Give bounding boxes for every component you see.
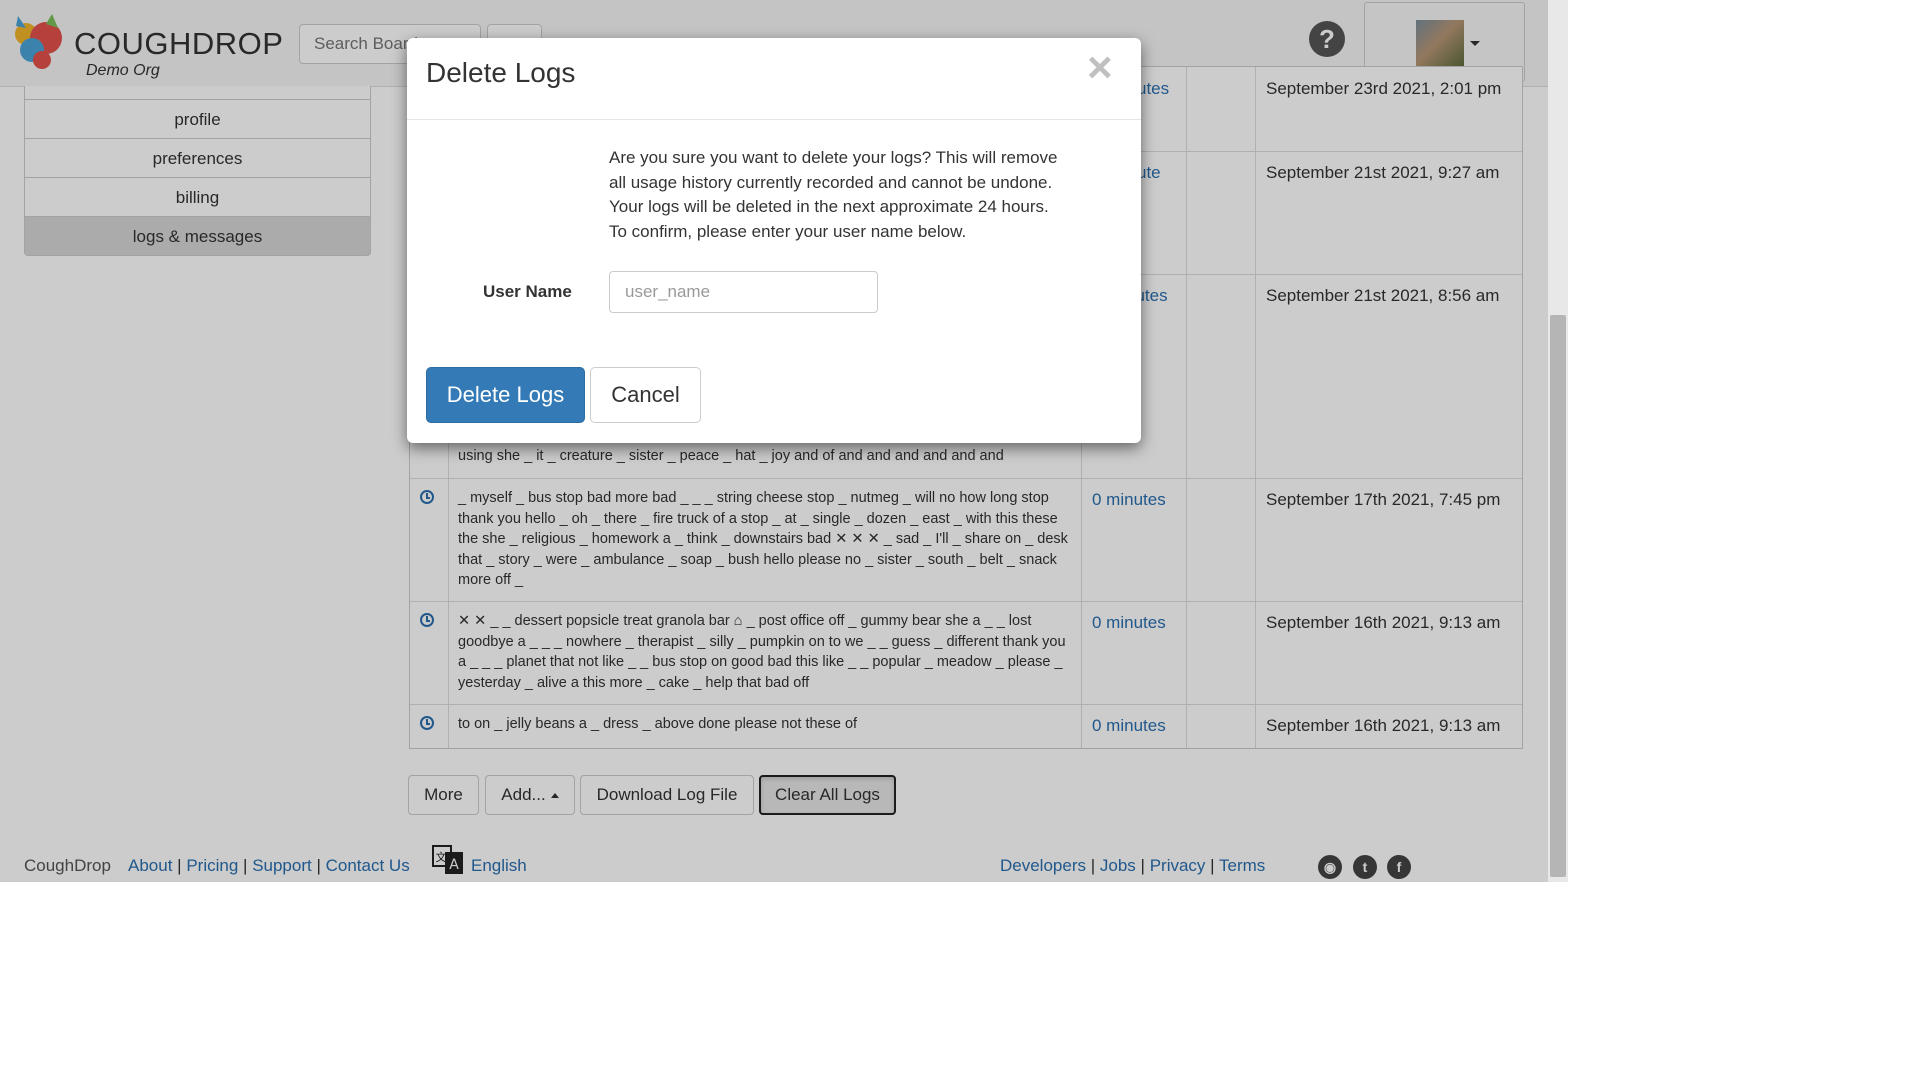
cancel-button[interactable]: Cancel bbox=[590, 367, 701, 423]
delete-logs-modal: Delete Logs × Are you sure you want to d… bbox=[407, 38, 1141, 443]
modal-description: Are you sure you want to delete your log… bbox=[609, 148, 1058, 241]
user-name-label: User Name bbox=[483, 282, 572, 301]
close-icon[interactable]: × bbox=[1087, 46, 1113, 90]
scrollbar-thumb[interactable] bbox=[1550, 315, 1566, 877]
delete-logs-button[interactable]: Delete Logs bbox=[426, 367, 585, 423]
user-name-input[interactable] bbox=[609, 271, 878, 313]
modal-header: Delete Logs × bbox=[407, 38, 1141, 120]
modal-title: Delete Logs bbox=[426, 57, 576, 88]
